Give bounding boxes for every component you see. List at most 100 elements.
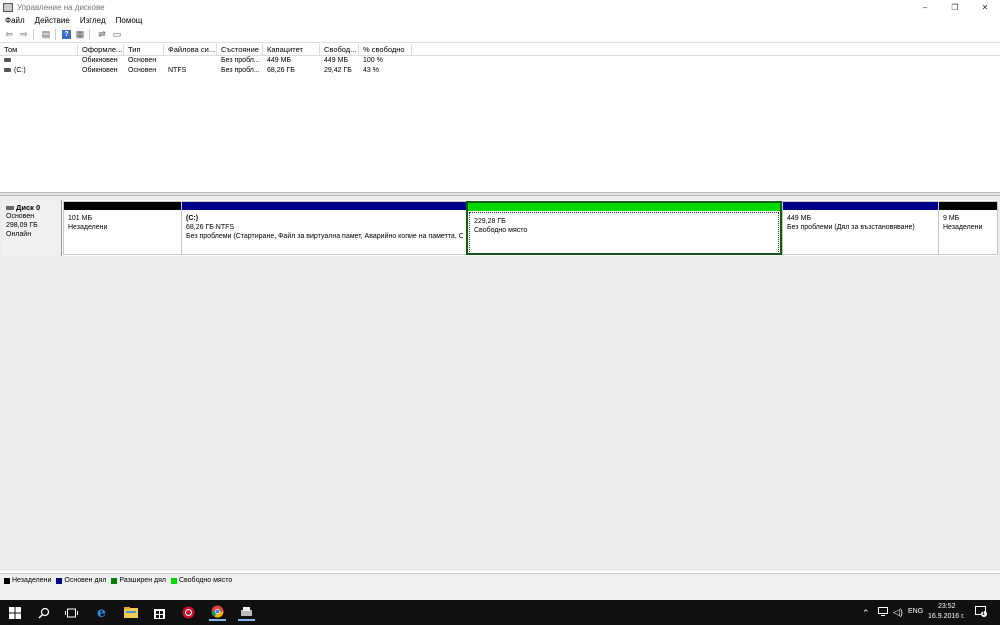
legend-item-primary: Основен дял	[56, 577, 106, 584]
disk-label[interactable]: Диск 0 Основен 298,09 ГБ Онлайн	[2, 200, 62, 256]
column-header[interactable]: Файлова си...	[164, 44, 217, 56]
partition-status: Без проблеми (Дял за възстановяване)	[787, 224, 915, 231]
menu-action[interactable]: Действие	[30, 16, 75, 25]
disk-size: 298,09 ГБ	[6, 222, 38, 229]
language-indicator[interactable]: ENG	[908, 608, 923, 615]
notifications-count: 1	[982, 611, 985, 617]
column-header[interactable]: Тип	[124, 44, 164, 56]
volume-list-header: Том Оформле... Тип Файлова си... Състоян…	[0, 44, 1000, 56]
list-view-icon[interactable]: ▭	[111, 29, 123, 41]
legend-item-free-space: Свободно място	[170, 577, 233, 584]
back-arrow-icon[interactable]: ⇦	[3, 29, 15, 41]
clock-time[interactable]: 23:52	[938, 603, 956, 610]
partition-bar	[182, 202, 467, 210]
task-view-icon[interactable]	[63, 604, 80, 621]
partition-size: 449 МБ	[787, 215, 812, 222]
partition-status: Незаделени	[943, 224, 983, 231]
start-windows-icon[interactable]	[6, 604, 23, 621]
partition-body: 101 МБ Незаделени	[64, 210, 181, 236]
partition-status: Свободно място	[474, 227, 528, 234]
partition-status: Незаделени	[68, 224, 108, 231]
partition-body: 449 МБ Без проблеми (Дял за възстановява…	[783, 210, 938, 236]
partition-body: 229,28 ГБ Свободно място	[470, 213, 778, 239]
search-icon[interactable]	[35, 604, 52, 621]
toolbar-separator	[33, 29, 34, 40]
partition-size: 68,26 ГБ NTFS	[186, 224, 235, 231]
window-controls: – ❐ ✕	[910, 0, 1000, 14]
menu-help[interactable]: Помощ	[111, 16, 148, 25]
partition-c-drive[interactable]: (C:) 68,26 ГБ NTFS Без проблеми (Стартир…	[181, 201, 468, 255]
status-bar	[0, 587, 1000, 600]
title-bar: Управление на дискове – ❐ ✕	[0, 0, 1000, 14]
table-cell: Обикновен	[82, 57, 118, 64]
legend-label: Незаделени	[12, 577, 52, 584]
partition-unallocated[interactable]: 101 МБ Незаделени	[63, 201, 182, 255]
column-header[interactable]: Том	[0, 44, 78, 56]
partition-body: 9 МБ Незаделени	[939, 210, 997, 236]
disk-management-icon	[3, 2, 13, 12]
toolbar-separator	[55, 29, 56, 40]
toolbar: ⇦ ⇨ ▤ ? ▦ ⇌ ▭	[0, 27, 1000, 43]
disk-management-taskbar-icon[interactable]	[238, 604, 255, 621]
connect-drive-icon[interactable]: ⇌	[96, 29, 108, 41]
table-cell: Основен	[128, 67, 157, 74]
drive-icon	[4, 58, 11, 63]
store-icon[interactable]	[151, 604, 168, 621]
partition-bar	[939, 202, 997, 210]
column-header[interactable]: Оформле...	[78, 44, 124, 56]
legend-swatch	[4, 577, 10, 584]
partition-size: 101 МБ	[68, 215, 93, 222]
partition-body: (C:) 68,26 ГБ NTFS Без проблеми (Стартир…	[182, 210, 467, 245]
table-cell: 68,26 ГБ	[267, 67, 295, 74]
table-cell	[164, 56, 217, 66]
partition-status: Без проблеми (Стартиране, Файл за виртуа…	[186, 233, 463, 240]
table-row[interactable]: (C:) Обикновен Основен NTFS Без пробл...…	[0, 66, 1000, 76]
column-header[interactable]: % свободно	[359, 44, 412, 56]
table-cell: Основен	[128, 57, 157, 64]
properties-icon[interactable]: ▦	[74, 29, 86, 41]
table-cell: Обикновен	[82, 67, 118, 74]
chrome-icon[interactable]	[209, 604, 226, 621]
help-icon[interactable]: ?	[62, 30, 71, 39]
legend-label: Разширен дял	[119, 577, 166, 584]
notifications-icon[interactable]	[975, 606, 987, 619]
legend-label: Свободно място	[178, 577, 233, 584]
partition-unallocated[interactable]: 9 МБ Незаделени	[938, 201, 998, 255]
app-red-icon[interactable]	[180, 604, 197, 621]
table-row[interactable]: Обикновен Основен Без пробл... 449 МБ 44…	[0, 56, 1000, 66]
forward-arrow-icon[interactable]: ⇨	[18, 29, 30, 41]
file-explorer-icon[interactable]	[122, 604, 139, 621]
edge-browser-icon[interactable]: e	[93, 604, 110, 621]
drive-icon	[4, 68, 11, 73]
table-cell: Без пробл...	[221, 67, 260, 74]
partition-bar	[468, 203, 780, 211]
legend-swatch	[56, 577, 63, 584]
partition-free-space[interactable]: 229,28 ГБ Свободно място	[466, 201, 782, 255]
table-cell: NTFS	[168, 67, 187, 74]
show-hide-tree-icon[interactable]: ▤	[40, 29, 52, 41]
column-header[interactable]: Свобод...	[320, 44, 359, 56]
menu-view[interactable]: Изглед	[75, 16, 111, 25]
disk-name: Диск 0	[16, 203, 41, 212]
volume-name: (C:)	[14, 67, 26, 74]
disk-status: Онлайн	[6, 231, 32, 238]
legend-swatch	[111, 577, 118, 584]
disk-type: Основен	[6, 213, 35, 220]
volume-icon[interactable]: ◁)	[893, 607, 903, 618]
column-header[interactable]: Капацитет	[263, 44, 320, 56]
legend-swatch	[170, 577, 177, 584]
close-button[interactable]: ✕	[970, 0, 1000, 14]
maximize-button[interactable]: ❐	[940, 0, 970, 14]
tray-chevron-icon[interactable]: ⌃	[862, 608, 870, 619]
network-icon[interactable]	[878, 607, 888, 618]
taskbar: e ⌃ ◁) ENG 23:52 16.9.2016 г. 1	[0, 600, 1000, 625]
column-header[interactable]: Състояние	[217, 44, 263, 56]
disk-icon	[6, 206, 14, 211]
menu-file[interactable]: Файл	[0, 16, 30, 25]
legend-item-extended: Разширен дял	[111, 577, 166, 584]
legend: Незаделени Основен дял Разширен дял Своб…	[0, 573, 1000, 587]
table-cell: 449 МБ	[267, 57, 292, 64]
partition-recovery[interactable]: 449 МБ Без проблеми (Дял за възстановява…	[782, 201, 939, 255]
clock-date[interactable]: 16.9.2016 г.	[928, 613, 965, 620]
minimize-button[interactable]: –	[910, 0, 940, 14]
